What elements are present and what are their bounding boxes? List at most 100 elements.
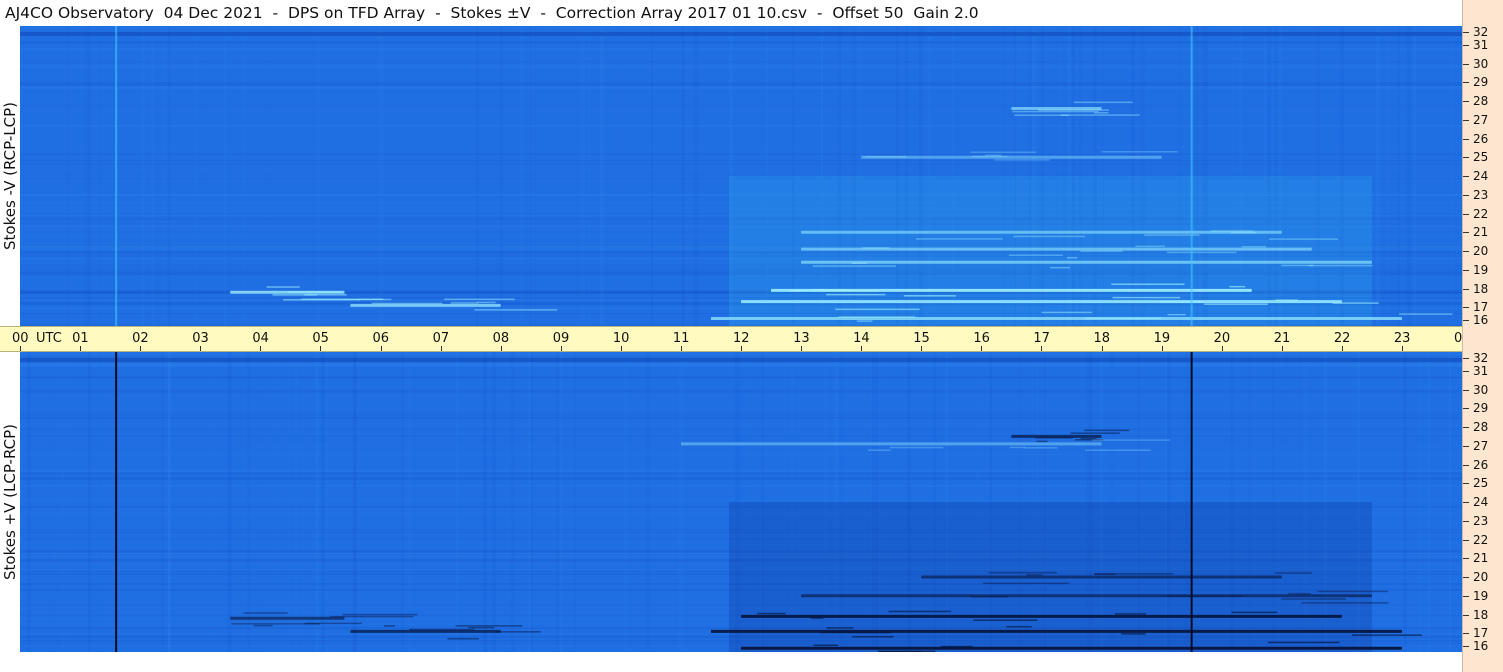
time-tick-mark [1221, 346, 1223, 351]
frequency-tick-mark [1463, 320, 1469, 321]
noise-column [522, 352, 524, 652]
emission-fragment [852, 636, 894, 638]
noise-column [401, 352, 404, 652]
emission-fragment [1231, 611, 1278, 614]
noise-column [1436, 352, 1437, 652]
emission-fragment [1241, 246, 1267, 248]
time-tick-label: 01 [72, 331, 89, 346]
frequency-tick-mark [1463, 646, 1469, 647]
noise-column [49, 352, 50, 652]
bottom-frequency-axis: 32 31 30 29 28 27 26 25 24 23 22 21 20 19 18 17 16 [1463, 352, 1503, 652]
frequency-tick-label: 26 [1473, 131, 1489, 146]
emission-fragment [1073, 101, 1133, 104]
noise-column [263, 352, 264, 652]
noise-column [559, 352, 562, 652]
noise-band [20, 160, 1462, 161]
emission-fragment [342, 613, 418, 616]
emission-fragment [877, 650, 936, 652]
noise-column [99, 26, 100, 326]
noise-column [1407, 26, 1411, 326]
noise-band [20, 50, 1462, 51]
emission-streak [741, 614, 1342, 618]
frequency-tick-label: 24 [1473, 169, 1489, 183]
noise-column [265, 26, 266, 326]
emission-fragment [1135, 245, 1165, 248]
emission-fragment [868, 449, 891, 451]
frequency-tick-label: 29 [1473, 401, 1489, 416]
emission-fragment [973, 619, 1038, 621]
frequency-tick-mark [1463, 483, 1469, 485]
noise-column [62, 352, 65, 652]
stokes-minus-v-spectrogram [20, 26, 1462, 326]
noise-column [295, 352, 297, 652]
emission-fragment [447, 638, 479, 640]
noise-column [278, 352, 279, 652]
noise-column [20, 352, 23, 652]
time-tick-mark [380, 346, 382, 351]
emission-fragment [972, 155, 1008, 158]
time-tick-mark [20, 346, 21, 351]
noise-band [20, 65, 1462, 68]
noise-column [67, 26, 68, 326]
noise-column [1431, 352, 1432, 652]
emission-fragment [358, 298, 392, 301]
emission-fragment [903, 295, 956, 297]
emission-fragment [1203, 303, 1268, 305]
time-tick-label: 10 [612, 331, 630, 346]
noise-column [21, 26, 22, 326]
noise-column [1427, 352, 1429, 652]
noise-column [485, 352, 487, 652]
emission-fragment [994, 159, 1050, 161]
noise-column [200, 26, 201, 326]
noise-column [212, 352, 214, 652]
time-tick-mark [801, 346, 803, 351]
emission-fragment [1006, 625, 1032, 628]
emission-streak [921, 575, 1282, 579]
frequency-tick-mark [1463, 558, 1469, 560]
time-tick-label: 23 [1393, 331, 1411, 346]
noise-column [168, 26, 170, 326]
noise-band [20, 48, 1462, 49]
emission-fragment [474, 309, 558, 311]
time-tick-label: 03 [192, 331, 209, 346]
time-tick-mark [1041, 346, 1043, 351]
noise-column [530, 26, 532, 326]
noise-column [679, 352, 680, 652]
emission-fragment [1229, 285, 1246, 288]
emission-fragment [1026, 574, 1043, 576]
emission-fragment [970, 595, 1008, 598]
noise-column [243, 26, 244, 326]
emission-fragment [1114, 613, 1147, 615]
frequency-tick-mark [1463, 44, 1469, 46]
frequency-tick-mark [1463, 445, 1469, 447]
noise-column [151, 26, 154, 326]
frequency-tick-mark [1463, 119, 1469, 121]
time-tick-mark [80, 346, 82, 351]
frequency-tick-mark [1463, 389, 1469, 391]
noise-column [227, 352, 231, 652]
band-edge-stripe [20, 32, 1462, 36]
noise-column [318, 26, 319, 326]
frequency-tick-mark [1463, 539, 1469, 541]
frequency-tick-mark [1463, 213, 1469, 215]
frequency-tick-mark [1463, 408, 1469, 410]
emission-fragment [915, 238, 1003, 240]
emission-fragment [1094, 573, 1116, 576]
frequency-tick-label: 24 [1473, 495, 1489, 509]
emission-fragment [283, 298, 360, 301]
frequency-tick-label: 22 [1473, 532, 1489, 547]
noise-column [1386, 26, 1389, 326]
emission-fragment [813, 289, 847, 291]
time-tick-mark [200, 346, 202, 351]
emission-fragment [1060, 114, 1140, 116]
emission-fragment [857, 320, 873, 322]
noise-column [575, 352, 576, 652]
emission-streak [230, 616, 345, 620]
noise-band [20, 41, 1462, 44]
emission-fragment [1288, 592, 1311, 595]
top-panel-ylabel-box: Stokes -V (RCP-LCP) [0, 26, 20, 326]
emission-fragment [1008, 254, 1063, 256]
noise-column [682, 26, 684, 326]
emission-fragment [1268, 238, 1338, 240]
noise-column [646, 352, 650, 652]
